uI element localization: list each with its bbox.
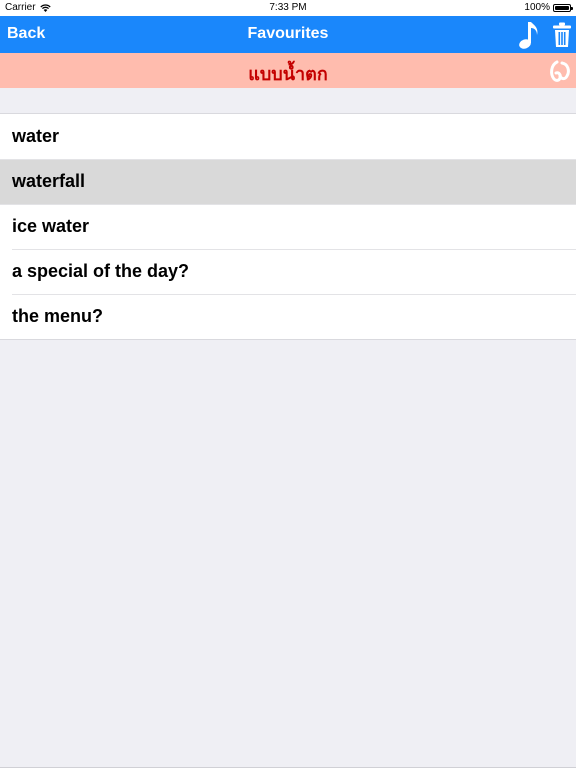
status-bar: Carrier 7:33 PM 100% bbox=[0, 0, 576, 16]
list-item[interactable]: ice water bbox=[0, 204, 576, 249]
trash-icon[interactable] bbox=[552, 22, 572, 48]
music-note-icon[interactable] bbox=[517, 20, 541, 50]
navigation-bar: Back Favourites bbox=[0, 16, 576, 53]
list-item[interactable]: water bbox=[0, 114, 576, 159]
page-title: Favourites bbox=[247, 25, 329, 42]
battery-icon bbox=[553, 3, 573, 12]
translation-bar: แบบน้ำตก bbox=[0, 53, 576, 88]
translation-text: แบบน้ำตก bbox=[248, 64, 328, 85]
favourites-list: water waterfall ice water a special of the … bbox=[0, 113, 576, 340]
battery-percent: 100% bbox=[524, 2, 550, 13]
list-item[interactable]: a special of the day? bbox=[0, 249, 576, 294]
battery-indicator: 100% bbox=[524, 2, 573, 13]
speaker-icon[interactable] bbox=[548, 59, 572, 83]
status-time: 7:33 PM bbox=[269, 2, 307, 13]
list-item[interactable]: the menu? bbox=[0, 294, 576, 339]
list-item[interactable]: waterfall bbox=[0, 159, 576, 204]
battery-fill bbox=[555, 5, 569, 10]
